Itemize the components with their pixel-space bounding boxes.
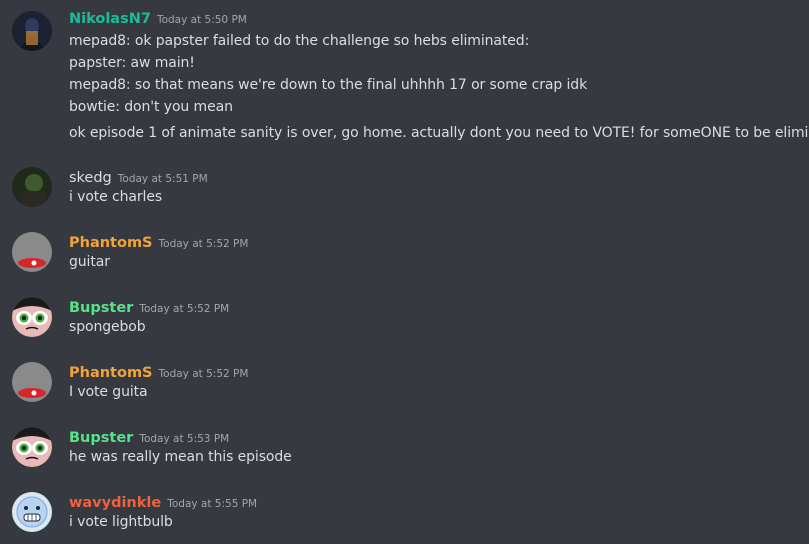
message-content: mepad8: so that means we're down to the … bbox=[69, 77, 588, 93]
dark-green-avatar[interactable] bbox=[12, 167, 52, 207]
message-group: Bupster Today at 5:53 PM he was really me… bbox=[0, 427, 809, 473]
message-timestamp: Today at 5:55 PM bbox=[167, 498, 258, 510]
message-content: i vote lightbulb bbox=[69, 514, 173, 530]
message-timestamp: Today at 5:50 PM bbox=[156, 14, 247, 26]
message-group: skedg Today at 5:51 PM i vote charles bbox=[0, 167, 809, 213]
message-content: mepad8: ok papster failed to do the chal… bbox=[69, 33, 530, 49]
message-timestamp: Today at 5:52 PM bbox=[158, 368, 249, 380]
message-group: wavydinkle Today at 5:55 PM i vote lightb… bbox=[0, 492, 809, 538]
message-content: I vote guita bbox=[69, 384, 148, 400]
message-timestamp: Today at 5:52 PM bbox=[139, 303, 230, 315]
message-content: ok episode 1 of animate sanity is over, … bbox=[69, 125, 809, 141]
message-content: he was really mean this episode bbox=[69, 449, 292, 465]
gray-sphere-red-cap-avatar[interactable] bbox=[12, 362, 52, 402]
light-blue-smiley-avatar[interactable] bbox=[12, 492, 52, 532]
message-group: PhantomS Today at 5:52 PM I vote guita bbox=[0, 362, 809, 408]
message-content: bowtie: don't you mean bbox=[69, 99, 233, 115]
username[interactable]: wavydinkle bbox=[69, 495, 161, 511]
username[interactable]: Bupster bbox=[69, 300, 133, 316]
dark-figure-avatar[interactable] bbox=[12, 11, 52, 51]
message-group: PhantomS Today at 5:52 PM guitar bbox=[0, 232, 809, 278]
message-timestamp: Today at 5:53 PM bbox=[139, 433, 230, 445]
message-content: i vote charles bbox=[69, 189, 163, 205]
message-timestamp: Today at 5:51 PM bbox=[117, 173, 208, 185]
message-group: Bupster Today at 5:52 PM spongebob bbox=[0, 297, 809, 343]
message-list: NikolasN7 Today at 5:50 PM mepad8: ok pap… bbox=[0, 0, 809, 544]
username[interactable]: PhantomS bbox=[69, 365, 153, 381]
message-content: papster: aw main! bbox=[69, 55, 195, 71]
message-content: spongebob bbox=[69, 319, 146, 335]
message-content: guitar bbox=[69, 254, 110, 270]
username[interactable]: Bupster bbox=[69, 430, 133, 446]
green-eyed-cartoon-avatar[interactable] bbox=[12, 297, 52, 337]
username[interactable]: skedg bbox=[69, 170, 112, 186]
gray-sphere-red-cap-avatar[interactable] bbox=[12, 232, 52, 272]
message-timestamp: Today at 5:52 PM bbox=[158, 238, 249, 250]
username[interactable]: PhantomS bbox=[69, 235, 153, 251]
green-eyed-cartoon-avatar[interactable] bbox=[12, 427, 52, 467]
username[interactable]: NikolasN7 bbox=[69, 11, 151, 27]
message-group: NikolasN7 Today at 5:50 PM mepad8: ok pap… bbox=[0, 8, 809, 148]
